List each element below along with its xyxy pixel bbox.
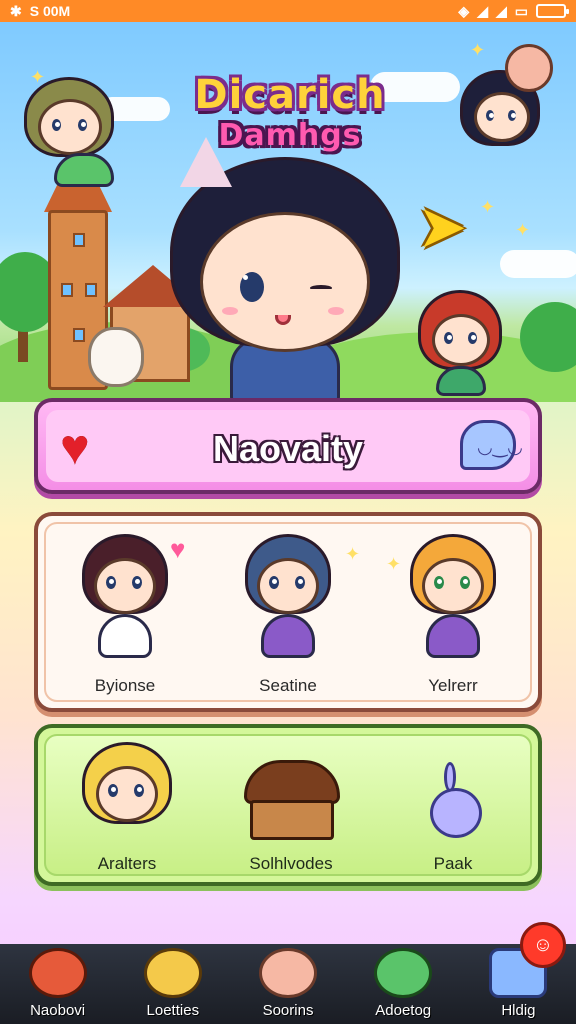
star-icon: ✦ xyxy=(480,197,496,217)
character-name: Yelrerr xyxy=(428,676,478,695)
star-icon: ✦ xyxy=(470,40,486,60)
signal-icon: ◢ xyxy=(477,3,488,19)
nav-item-4[interactable]: Adoetog xyxy=(346,944,461,1024)
star-icon: ✦ xyxy=(30,67,46,87)
wifi-icon: ◈ xyxy=(458,3,470,19)
character-card-3[interactable]: ✦ Yelrerr xyxy=(378,534,528,704)
bear-face-icon xyxy=(259,948,317,998)
white-pet xyxy=(88,327,144,387)
girl-on-tower xyxy=(24,77,124,187)
character-avatar xyxy=(408,534,498,669)
star-icon: ✦ xyxy=(515,220,531,240)
bottom-nav: Naobovi Loetties Soorins Adoetog ☺ Hldig xyxy=(0,922,576,1024)
treasure-chest-icon xyxy=(244,760,340,840)
character-panel: ♥ Byionse ✦ Seatine ✦ Yelrerr xyxy=(34,512,542,712)
notification-badge: ☺ xyxy=(520,922,567,968)
redhead-avatar-icon xyxy=(28,948,87,998)
collection-label: Solhlvodes xyxy=(249,854,333,873)
nav-label: Soorins xyxy=(262,1002,314,1019)
character-name: Byionse xyxy=(94,676,156,695)
status-right: ◈ ◢ ◢ ▭ xyxy=(458,3,569,19)
blonde-avatar-icon xyxy=(143,948,202,998)
sim-icon: ▭ xyxy=(514,3,528,19)
character-avatar xyxy=(243,534,333,669)
character-card-1[interactable]: ♥ Byionse xyxy=(50,534,200,704)
nav-label: Loetties xyxy=(146,1002,200,1019)
cloud xyxy=(500,250,576,278)
speech-bubble-icon: ◡‿◡ xyxy=(460,420,523,470)
character-name: Seatine xyxy=(259,676,317,695)
star-icon: ✦ xyxy=(345,544,361,564)
collection-item-2[interactable]: Solhlvodes xyxy=(216,742,366,882)
girl-avatar-icon xyxy=(82,742,172,842)
collection-item-1[interactable]: Aralters xyxy=(52,742,202,882)
collection-label: Aralters xyxy=(97,854,157,873)
hero-scene: Dicarich Damhgs ➤ ✦ ✦ ✦ ✦ xyxy=(0,22,576,402)
nav-item-5[interactable]: ☺ Hldig xyxy=(461,922,576,1024)
nav-item-2[interactable]: Loetties xyxy=(115,944,230,1024)
arrow-icon: ➤ xyxy=(416,193,468,260)
main-character xyxy=(160,137,410,402)
nav-label: Adoetog xyxy=(375,1002,432,1019)
nav-label: Naobovi xyxy=(30,1002,86,1019)
logo-line1: Dicarich xyxy=(194,71,386,118)
pig-avatar xyxy=(505,44,553,92)
redhead-character xyxy=(418,290,508,400)
frog-icon xyxy=(374,948,433,998)
signal-icon: ◢ xyxy=(495,3,507,19)
cat-ear-icon xyxy=(180,137,232,187)
mode-banner-button[interactable]: ♥ Naovaity ◡‿◡ xyxy=(34,398,542,494)
nav-item-3[interactable]: Soorins xyxy=(230,944,345,1024)
collection-item-3[interactable]: Paak xyxy=(378,742,528,882)
battery-icon xyxy=(536,4,569,18)
nav-item-1[interactable]: Naobovi xyxy=(0,944,115,1024)
status-left: ✱ S 00M xyxy=(10,3,70,19)
logo-line2: Damhgs xyxy=(218,117,362,153)
heart-icon: ♥ xyxy=(170,534,186,564)
nav-label: Hldig xyxy=(501,1002,536,1019)
flash-icon: ✱ xyxy=(10,3,22,19)
star-icon: ✦ xyxy=(386,554,402,574)
character-avatar xyxy=(80,534,170,669)
collection-label: Paak xyxy=(433,854,473,873)
character-card-2[interactable]: ✦ Seatine xyxy=(213,534,363,704)
status-bar: ✱ S 00M ◈ ◢ ◢ ▭ xyxy=(0,0,576,22)
status-time: S 00M xyxy=(29,3,71,19)
bunny-spirit-icon xyxy=(426,762,486,842)
collection-panel: Aralters Solhlvodes Paak xyxy=(34,724,542,886)
